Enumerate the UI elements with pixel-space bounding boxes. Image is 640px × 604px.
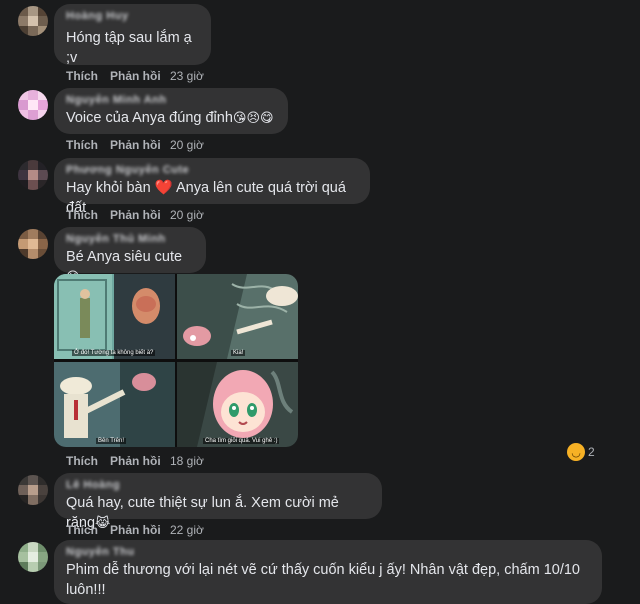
comment-text: Phim dễ thương với lại nét vẽ cứ thấy cu… bbox=[66, 562, 580, 598]
comment-bubble: Lê Hoàng Quá hay, cute thiệt sự lun ắ. X… bbox=[54, 473, 382, 531]
comment-timestamp[interactable]: 22 giờ bbox=[170, 523, 204, 537]
image-caption: Bên Trên! bbox=[96, 438, 127, 444]
comic-panel[interactable]: Ở đó! Tường ta không biết à? bbox=[54, 274, 175, 359]
reply-button[interactable]: Phản hồi bbox=[110, 454, 170, 468]
comment-text: Voice của Anya đúng đỉnh😘😣😋 bbox=[66, 108, 276, 128]
comic-panel-art bbox=[54, 362, 175, 447]
comment-timestamp[interactable]: 23 giờ bbox=[170, 69, 204, 83]
comment-timestamp[interactable]: 18 giờ bbox=[170, 454, 204, 468]
haha-icon: ◡ bbox=[567, 443, 585, 461]
comment-text-before: Hay khỏi bàn bbox=[66, 180, 151, 196]
image-caption: Ở đó! Tường ta không biết à? bbox=[72, 350, 156, 356]
comment-author[interactable]: Phương Nguyễn Cute bbox=[66, 164, 358, 178]
comic-panel[interactable]: Kia! bbox=[177, 274, 298, 359]
comment-bubble: Nguyễn Thủ Minh Bé Anya siêu cute 😆 bbox=[54, 227, 206, 284]
comment-author[interactable]: Nguyễn Minh Anh bbox=[66, 94, 276, 108]
reply-button[interactable]: Phản hồi bbox=[110, 138, 170, 152]
comment-author[interactable]: Nguyễn Thủ Minh bbox=[66, 233, 194, 247]
reply-button[interactable]: Phản hồi bbox=[110, 208, 170, 222]
comment-actions: Thích Phản hồi 22 giờ bbox=[66, 523, 204, 537]
comic-panel[interactable]: Bên Trên! bbox=[54, 362, 175, 447]
image-caption: Kia! bbox=[231, 350, 246, 356]
comic-panel-art bbox=[54, 274, 175, 359]
comment-bubble: Hoàng Huy Hóng tập sau lắm ạ ;v bbox=[54, 4, 211, 66]
like-button[interactable]: Thích bbox=[66, 208, 110, 222]
comment-text: Hóng tập sau lắm ạ ;v bbox=[66, 30, 192, 66]
avatar[interactable] bbox=[18, 229, 48, 259]
comment-actions: Thích Phản hồi 20 giờ bbox=[66, 138, 204, 152]
comic-panel-art bbox=[177, 362, 298, 447]
comment-author[interactable]: Hoàng Huy bbox=[66, 10, 199, 24]
reply-button[interactable]: Phản hồi bbox=[110, 523, 170, 537]
comment-timestamp[interactable]: 20 giờ bbox=[170, 138, 204, 152]
comment-actions: Thích Phản hồi 18 giờ bbox=[66, 454, 204, 468]
comment-image-grid[interactable]: Ở đó! Tường ta không biết à? Kia! Bên Tr… bbox=[54, 274, 298, 447]
reaction-summary[interactable]: ◡ 2 bbox=[567, 442, 595, 462]
comic-panel[interactable]: Cha tìm giỏi quá. Vui ghê :) bbox=[177, 362, 298, 447]
avatar[interactable] bbox=[18, 6, 48, 36]
emoji-group: 😘😣😋 bbox=[232, 110, 274, 125]
like-button[interactable]: Thích bbox=[66, 454, 110, 468]
image-caption: Cha tìm giỏi quá. Vui ghê :) bbox=[203, 438, 280, 444]
comment-bubble: Nguyễn Thu Phim dễ thương với lại nét vẽ… bbox=[54, 540, 602, 604]
comment-author[interactable]: Nguyễn Thu bbox=[66, 546, 590, 560]
comment-bubble: Phương Nguyễn Cute Hay khỏi bàn ❤️ Anya … bbox=[54, 158, 370, 216]
like-button[interactable]: Thích bbox=[66, 523, 110, 537]
heart-icon: ❤️ bbox=[154, 180, 173, 196]
comment-bubble: Nguyễn Minh Anh Voice của Anya đúng đỉnh… bbox=[54, 88, 288, 134]
avatar[interactable] bbox=[18, 542, 48, 572]
comment-text-body: Bé Anya siêu cute bbox=[66, 249, 183, 265]
comment-actions: Thích Phản hồi 23 giờ bbox=[66, 69, 204, 83]
avatar[interactable] bbox=[18, 160, 48, 190]
reply-button[interactable]: Phản hồi bbox=[110, 69, 170, 83]
like-button[interactable]: Thích bbox=[66, 69, 110, 83]
avatar[interactable] bbox=[18, 90, 48, 120]
comment-actions: Thích Phản hồi 20 giờ bbox=[66, 208, 204, 222]
reaction-count: 2 bbox=[588, 445, 595, 459]
comment-text-body: Voice của Anya đúng đỉnh bbox=[66, 110, 233, 126]
comment-author[interactable]: Lê Hoàng bbox=[66, 479, 370, 493]
comment-timestamp[interactable]: 20 giờ bbox=[170, 208, 204, 222]
avatar[interactable] bbox=[18, 475, 48, 505]
like-button[interactable]: Thích bbox=[66, 138, 110, 152]
comic-panel-art bbox=[177, 274, 298, 359]
